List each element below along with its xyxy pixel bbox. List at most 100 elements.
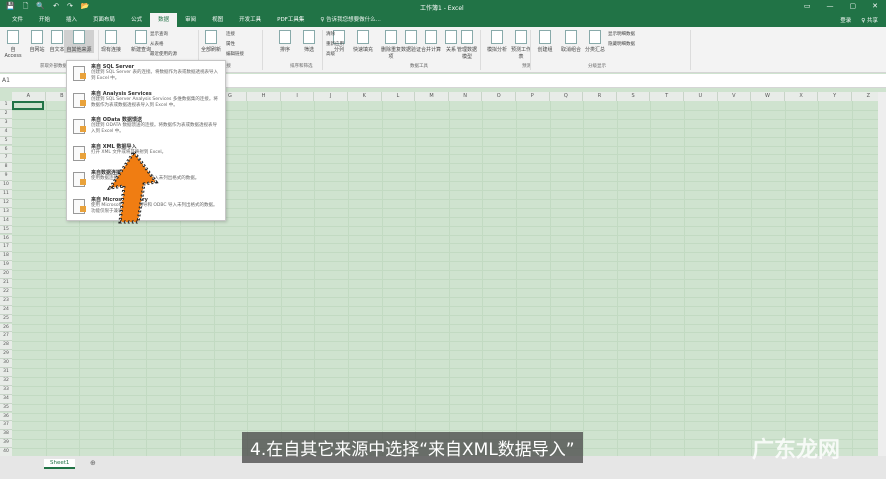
row-header[interactable]: 25 bbox=[0, 314, 12, 324]
column-header[interactable]: Q bbox=[549, 92, 584, 101]
column-header[interactable]: I bbox=[280, 92, 315, 101]
row-header[interactable]: 21 bbox=[0, 279, 12, 288]
column-header[interactable]: M bbox=[415, 92, 449, 101]
quick-access-icon[interactable]: ↷ bbox=[67, 2, 73, 13]
row-header[interactable]: 7 bbox=[0, 154, 12, 164]
quick-access-icon[interactable]: 🔍 bbox=[36, 2, 45, 13]
ribbon-button-4[interactable]: 现有连接 bbox=[100, 30, 122, 53]
column-header[interactable]: X bbox=[784, 92, 819, 101]
quick-access-toolbar[interactable]: 💾 🗋 🔍 ↶ ↷ 📂 bbox=[6, 2, 90, 13]
row-header[interactable]: 35 bbox=[0, 403, 12, 413]
window-controls[interactable]: ▭ — ▢ ✕ bbox=[804, 2, 878, 10]
tab-2[interactable]: 插入 bbox=[58, 13, 85, 27]
row-header[interactable]: 15 bbox=[0, 225, 12, 235]
row-header[interactable]: 13 bbox=[0, 207, 12, 217]
quick-access-icon[interactable]: 💾 bbox=[6, 2, 15, 13]
row-header[interactable]: 23 bbox=[0, 296, 12, 306]
ribbon-small-button[interactable]: 连接 bbox=[226, 31, 235, 37]
share-button[interactable]: ♀ 共享 bbox=[861, 16, 878, 24]
quick-access-icon[interactable]: 📂 bbox=[81, 2, 90, 13]
row-header[interactable]: 11 bbox=[0, 190, 12, 199]
row-header[interactable]: 8 bbox=[0, 163, 12, 173]
ribbon-button-1[interactable]: 自网站 bbox=[26, 30, 48, 53]
column-header[interactable]: O bbox=[482, 92, 516, 101]
login-link[interactable]: 登录 bbox=[840, 16, 851, 24]
row-header[interactable]: 26 bbox=[0, 323, 12, 333]
row-header[interactable]: 39 bbox=[0, 439, 12, 449]
ribbon-small-button[interactable]: 隐藏明细数据 bbox=[608, 41, 635, 47]
quick-access-icon[interactable]: 🗋 bbox=[23, 2, 29, 13]
tab-5[interactable]: 数据 bbox=[150, 13, 178, 27]
ribbon-small-button[interactable]: 属性 bbox=[226, 41, 235, 47]
ribbon-button-6[interactable]: 全部刷新 bbox=[200, 30, 222, 53]
column-header[interactable]: N bbox=[448, 92, 483, 101]
sheet-tab-sheet1[interactable]: Sheet1 bbox=[44, 459, 76, 469]
column-header[interactable]: T bbox=[650, 92, 684, 101]
ribbon-button-16[interactable]: 模拟分析 bbox=[486, 30, 508, 53]
add-sheet-icon[interactable]: ⊕ bbox=[90, 459, 96, 467]
vertical-scrollbar[interactable] bbox=[878, 92, 886, 456]
row-header[interactable]: 10 bbox=[0, 181, 12, 190]
ribbon-small-button[interactable]: 从表格 bbox=[150, 41, 164, 47]
menu-item[interactable]: 来自 SQL Server 创建到 SQL Server 表的连接。将数据作为表或… bbox=[67, 61, 225, 88]
menu-item[interactable]: 来自 Analysis Services 创建到 SQL Server Analy… bbox=[67, 88, 225, 115]
ribbon-small-button[interactable]: 最近使用的源 bbox=[150, 51, 177, 57]
ribbon-small-button[interactable]: 高级 bbox=[326, 51, 335, 57]
row-header[interactable]: 32 bbox=[0, 376, 12, 386]
ribbon-button-10[interactable]: 快速填充 bbox=[352, 30, 374, 53]
row-header[interactable]: 4 bbox=[0, 127, 12, 137]
quick-access-icon[interactable]: ↶ bbox=[53, 2, 59, 13]
tab-7[interactable]: 视图 bbox=[204, 13, 231, 27]
ribbon-small-button[interactable]: 显示查询 bbox=[150, 31, 168, 37]
ribbon-small-button[interactable]: 清除 bbox=[326, 31, 335, 37]
selected-cell[interactable] bbox=[12, 101, 44, 110]
row-header[interactable]: 5 bbox=[0, 136, 12, 146]
ribbon-small-button[interactable]: 编辑链接 bbox=[226, 51, 244, 57]
tab-4[interactable]: 公式 bbox=[123, 13, 150, 27]
row-header[interactable]: 28 bbox=[0, 341, 12, 351]
column-header[interactable]: K bbox=[348, 92, 382, 101]
column-header[interactable]: L bbox=[381, 92, 416, 101]
row-header[interactable]: 24 bbox=[0, 305, 12, 315]
row-header[interactable]: 18 bbox=[0, 252, 12, 262]
tab-3[interactable]: 页面布局 bbox=[85, 13, 123, 27]
ribbon-button-3[interactable]: 自其他来源 bbox=[64, 30, 94, 53]
column-header[interactable]: S bbox=[616, 92, 651, 101]
column-header[interactable]: R bbox=[583, 92, 617, 101]
row-header[interactable]: 31 bbox=[0, 368, 12, 377]
row-header[interactable]: 1 bbox=[0, 101, 12, 110]
column-header[interactable]: H bbox=[247, 92, 281, 101]
row-header[interactable]: 34 bbox=[0, 394, 12, 404]
ribbon-button-20[interactable]: 分类汇总 bbox=[584, 30, 606, 53]
row-header[interactable]: 17 bbox=[0, 243, 12, 253]
ribbon-button-8[interactable]: 筛选 bbox=[298, 30, 320, 53]
row-header[interactable]: 37 bbox=[0, 421, 12, 431]
ribbon-button-5[interactable]: 新建查询 bbox=[130, 30, 152, 53]
tab-0[interactable]: 文件 bbox=[4, 13, 31, 27]
row-header[interactable]: 22 bbox=[0, 287, 12, 297]
ribbon-button-15[interactable]: 管理数据模型 bbox=[456, 30, 478, 60]
tell-me-search[interactable]: ♀ 告诉我您想要做什么... bbox=[312, 13, 389, 27]
ribbon-button-0[interactable]: 自 Access bbox=[2, 30, 24, 59]
ribbon-button-12[interactable]: 数据验证 bbox=[400, 30, 422, 53]
row-header[interactable]: 30 bbox=[0, 359, 12, 368]
close-icon[interactable]: ✕ bbox=[872, 2, 878, 10]
row-header[interactable]: 9 bbox=[0, 172, 12, 182]
ribbon-button-18[interactable]: 创建组 bbox=[534, 30, 556, 53]
column-header[interactable]: A bbox=[12, 92, 46, 101]
minimize-icon[interactable]: — bbox=[827, 2, 834, 10]
row-header[interactable]: 33 bbox=[0, 385, 12, 395]
row-header[interactable]: 12 bbox=[0, 198, 12, 208]
ribbon-button-13[interactable]: 合并计算 bbox=[420, 30, 442, 53]
row-header[interactable]: 14 bbox=[0, 216, 12, 226]
tab-6[interactable]: 审阅 bbox=[177, 13, 204, 27]
row-header[interactable]: 2 bbox=[0, 109, 12, 119]
row-header[interactable]: 16 bbox=[0, 234, 12, 244]
row-header[interactable]: 38 bbox=[0, 430, 12, 440]
ribbon-display-icon[interactable]: ▭ bbox=[804, 2, 811, 10]
row-header[interactable]: 36 bbox=[0, 412, 12, 422]
row-header[interactable]: 20 bbox=[0, 270, 12, 279]
ribbon-button-17[interactable]: 预测工作表 bbox=[510, 30, 532, 60]
row-header[interactable]: 29 bbox=[0, 350, 12, 360]
tab-1[interactable]: 开始 bbox=[31, 13, 58, 27]
